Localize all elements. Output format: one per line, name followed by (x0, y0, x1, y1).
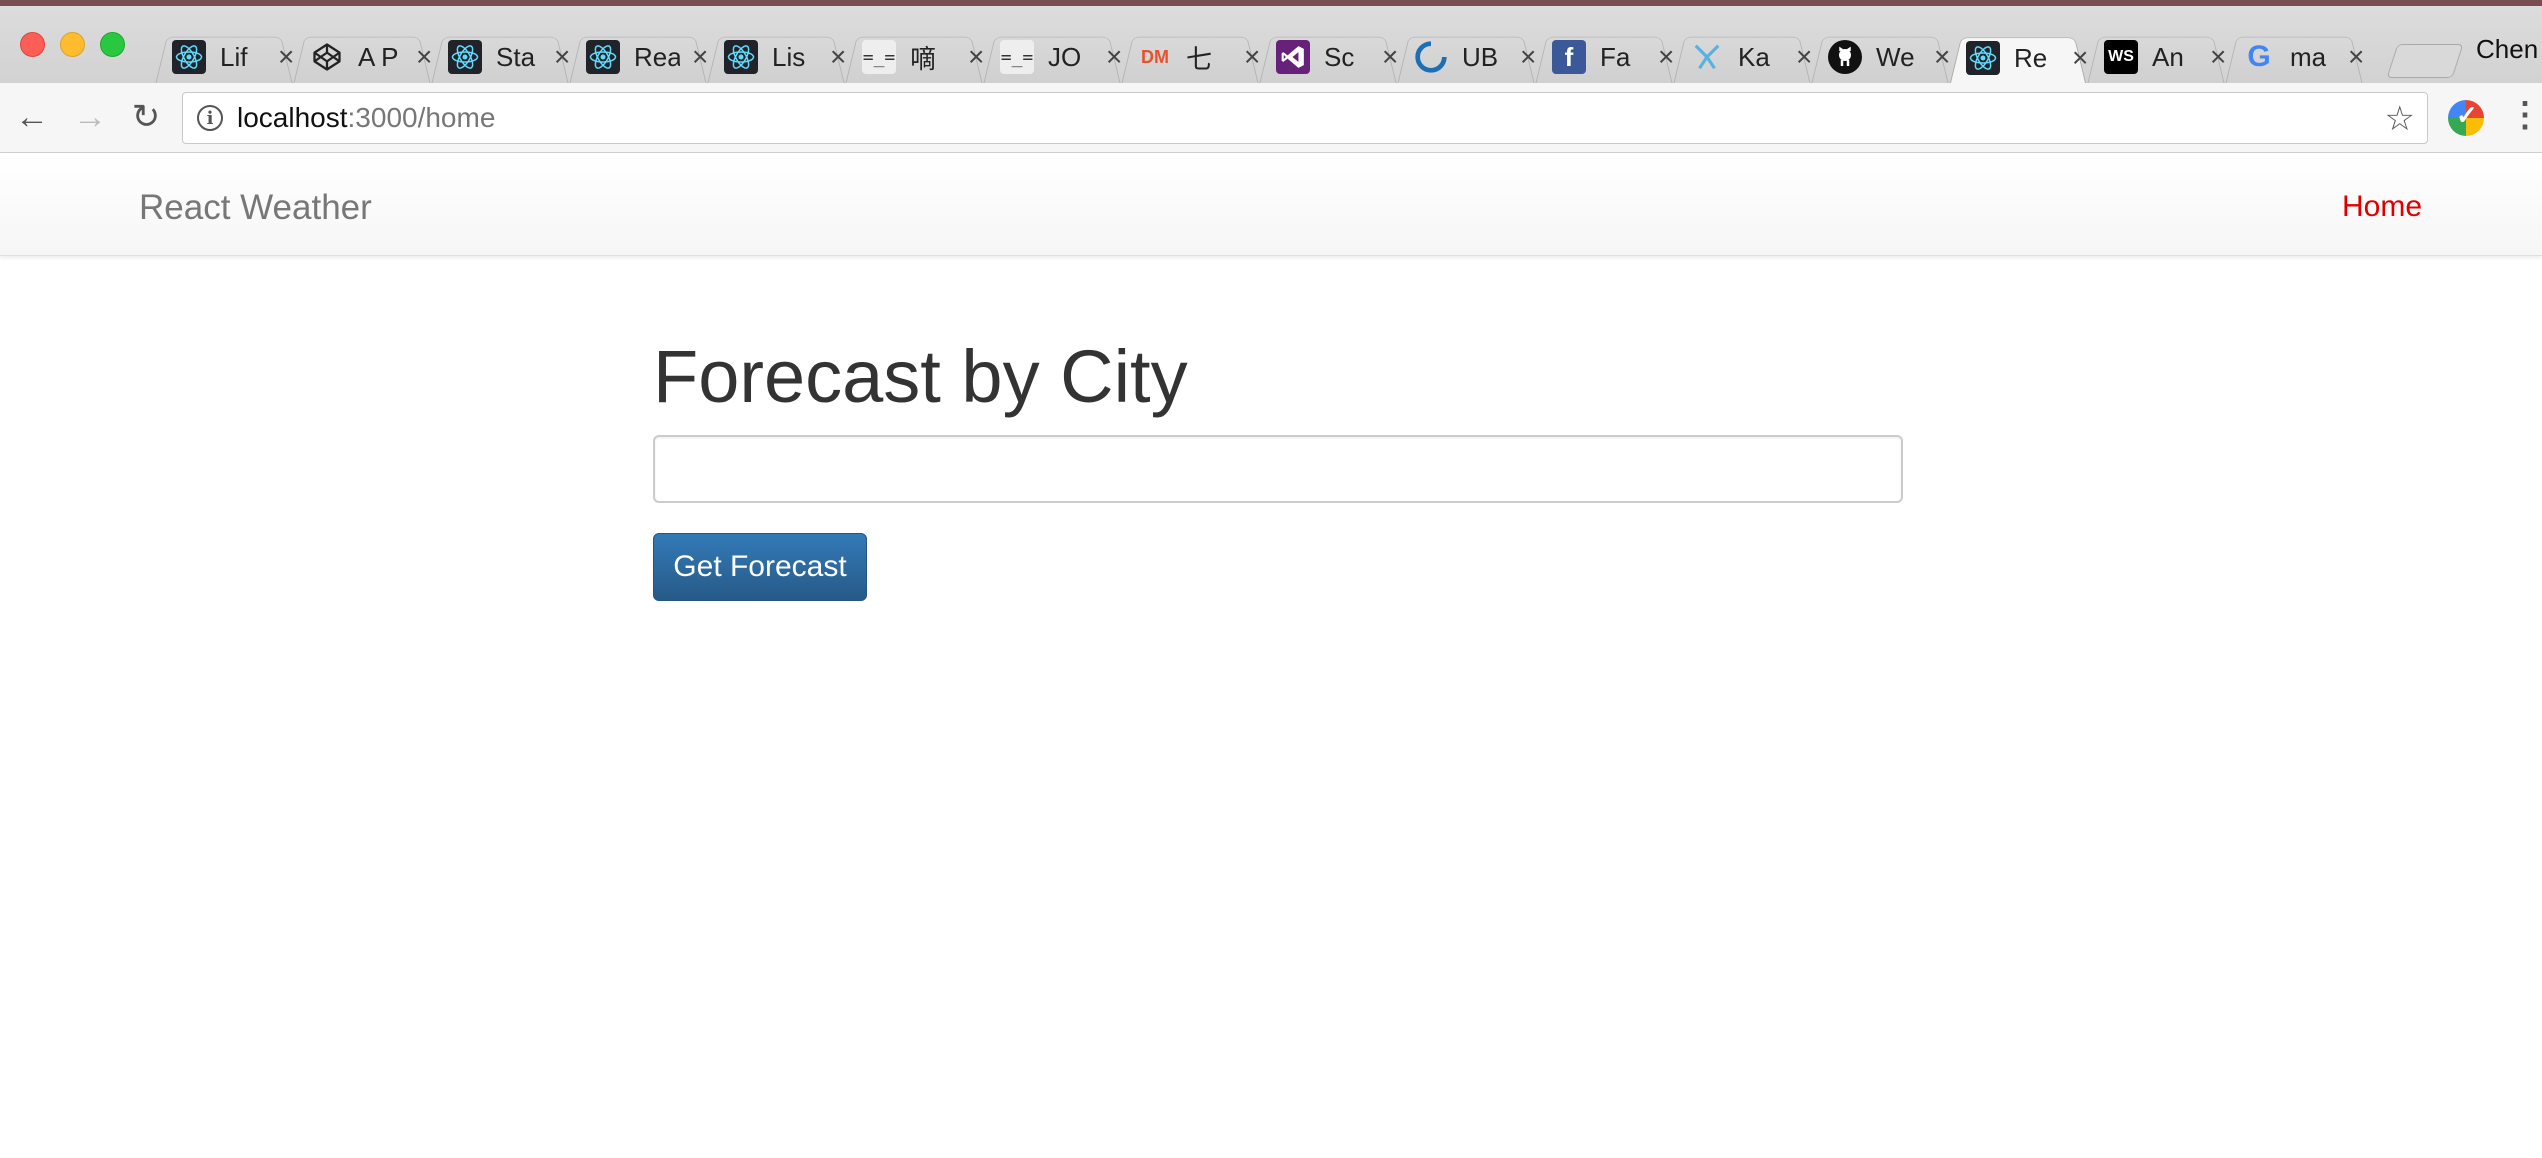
tab-title: Sc (1324, 41, 1355, 72)
close-window-button[interactable] (20, 32, 45, 57)
tab-close-icon[interactable]: × (554, 43, 570, 71)
reload-icon[interactable]: ↻ (126, 97, 166, 137)
tab-close-icon[interactable]: × (1658, 43, 1674, 71)
react-icon (1966, 41, 2000, 75)
tab-close-icon[interactable]: × (1796, 43, 1812, 71)
browser-tab[interactable]: WS An × (2080, 25, 2232, 89)
react-icon (448, 40, 482, 74)
tab-close-icon[interactable]: × (2348, 43, 2364, 71)
browser-tab[interactable]: Sta × (424, 25, 576, 89)
browser-tab[interactable]: DM 七 × (1114, 25, 1266, 89)
tab-close-icon[interactable]: × (278, 43, 294, 71)
app-navbar: React Weather Home (0, 154, 2542, 256)
navbar-brand[interactable]: React Weather (139, 188, 372, 228)
browser-tab[interactable]: A P × (286, 25, 438, 89)
browser-tab-active[interactable]: Re × (1942, 25, 2094, 91)
tab-title: JO (1048, 41, 1082, 72)
city-input[interactable] (653, 435, 1903, 503)
page-title: Forecast by City (653, 335, 1188, 418)
tab-close-icon[interactable]: × (830, 43, 846, 71)
browser-tab-strip: Lif × A P × Sta × Rea × Lis × =_= 嘀 × =_… (0, 0, 2542, 83)
browser-tab[interactable]: =_= JO × (976, 25, 1128, 89)
tab-close-icon[interactable]: × (1520, 43, 1536, 71)
tab-close-icon[interactable]: × (1244, 43, 1260, 71)
browser-tab[interactable]: Lis × (700, 25, 852, 89)
google-icon: G (2247, 40, 2271, 73)
browser-tab[interactable]: UB × (1390, 25, 1542, 89)
tab-title: Lis (772, 41, 806, 72)
tab-close-icon[interactable]: × (2072, 44, 2088, 72)
tab-title: Lif (220, 41, 248, 72)
new-tab-button[interactable] (2386, 44, 2464, 78)
browser-tab[interactable]: Ka × (1666, 25, 1818, 89)
tab-close-icon[interactable]: × (1106, 43, 1122, 71)
tab-close-icon[interactable]: × (416, 43, 432, 71)
back-arrow-icon[interactable]: ← (12, 97, 52, 137)
tab-close-icon[interactable]: × (1934, 43, 1950, 71)
tab-close-icon[interactable]: × (692, 43, 708, 71)
get-forecast-button[interactable]: Get Forecast (653, 533, 867, 601)
tab-close-icon[interactable]: × (968, 43, 984, 71)
tab-title: Re (2014, 42, 2048, 73)
codepen-icon (310, 40, 344, 74)
more-menu-icon[interactable]: ⋮ (2508, 95, 2542, 135)
url-text[interactable]: localhost:3000/home (237, 102, 495, 134)
browser-tab[interactable]: f Fa × (1528, 25, 1680, 89)
extension-icon[interactable] (2448, 100, 2484, 136)
tab-title: Rea (634, 41, 680, 72)
tab-close-icon[interactable]: × (1382, 43, 1398, 71)
browser-tab[interactable]: Lif × (148, 25, 300, 89)
url-path: :3000/home (347, 102, 496, 133)
forward-arrow-icon[interactable]: → (70, 97, 110, 137)
webstorm-icon: WS (2104, 40, 2138, 74)
tab-title: 七 (1186, 43, 1213, 74)
profile-name[interactable]: Chen (2476, 34, 2538, 65)
maximize-window-button[interactable] (100, 32, 125, 57)
tab-title: Fa (1600, 41, 1631, 72)
info-icon[interactable]: i (197, 105, 223, 131)
browser-tab[interactable]: G ma × (2218, 25, 2370, 89)
minimize-window-button[interactable] (60, 32, 85, 57)
tab-close-icon[interactable]: × (2210, 43, 2226, 71)
tab-title: Ka (1738, 41, 1770, 72)
visual-studio-icon (1276, 40, 1310, 74)
react-icon (586, 40, 620, 74)
tab-title: ma (2290, 41, 2327, 72)
face-icon: =_= (862, 40, 896, 74)
bookmark-star-icon[interactable]: ☆ (2385, 99, 2415, 139)
react-icon (172, 40, 206, 74)
tab-title: We (1876, 41, 1915, 72)
browser-tab[interactable]: We × (1804, 25, 1956, 89)
tab-title: A P (358, 41, 399, 72)
url-host: localhost (237, 102, 348, 133)
browser-toolbar: ← → ↻ i localhost:3000/home ☆ ⋮ (0, 83, 2542, 153)
tab-title: Sta (496, 41, 536, 72)
browser-tab[interactable]: =_= 嘀 × (838, 25, 990, 89)
nav-link-home[interactable]: Home (2342, 190, 2422, 224)
tab-title: UB (1462, 41, 1499, 72)
browser-tab[interactable]: Sc × (1252, 25, 1404, 89)
karma-icon (1690, 40, 1724, 74)
browser-tab[interactable]: Rea × (562, 25, 714, 89)
tab-title: An (2152, 41, 2184, 72)
tab-title: 嘀 (910, 43, 937, 74)
address-bar[interactable]: i localhost:3000/home ☆ (182, 92, 2428, 144)
dm-icon: DM (1141, 46, 1169, 67)
github-icon (1828, 40, 1862, 74)
react-icon (724, 40, 758, 74)
facebook-icon: f (1552, 40, 1586, 74)
ubi-icon (1414, 40, 1448, 74)
face-icon: =_= (1000, 40, 1034, 74)
